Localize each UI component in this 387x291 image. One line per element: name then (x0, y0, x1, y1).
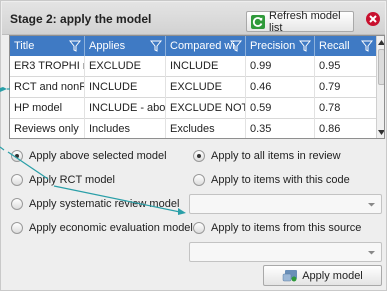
cell-recall: 0.79 (319, 81, 341, 93)
radio-dot[interactable] (193, 174, 205, 186)
apply-model-panel: Stage 2: apply the model Refresh model l… (0, 0, 387, 291)
column-header-recall[interactable]: Recall (315, 36, 376, 56)
filter-icon[interactable] (230, 40, 242, 52)
radio-apply-systematic-review-model[interactable]: Apply systematic review model (11, 198, 179, 210)
cell-precision: 0.35 (246, 119, 315, 138)
cell-recall: 0.95 (319, 60, 341, 72)
cell-precision: 0.46 (246, 77, 315, 98)
source-select-dropdown[interactable] (189, 242, 382, 262)
table-row[interactable]: RCT and nonRC INCLUDE EXCLUDE 0.46 0.79 (10, 77, 376, 98)
chevron-down-icon (368, 203, 375, 207)
column-header-applies[interactable]: Applies (85, 36, 166, 56)
table-row[interactable]: HP model INCLUDE - about EXCLUDE NOT H 0… (10, 98, 376, 119)
code-select-dropdown[interactable] (189, 194, 382, 214)
radio-dot[interactable] (193, 222, 205, 234)
radio-apply-rct-model[interactable]: Apply RCT model (11, 174, 115, 186)
radio-apply-items-from-source[interactable]: Apply to items from this source (193, 222, 361, 234)
radio-dot[interactable] (11, 198, 23, 210)
radio-dot[interactable] (11, 174, 23, 186)
radio-apply-items-with-code[interactable]: Apply to items with this code (193, 174, 350, 186)
cell-precision: 0.99 (246, 56, 315, 77)
close-icon[interactable] (363, 9, 383, 29)
filter-icon[interactable] (69, 40, 81, 52)
scroll-thumb[interactable] (378, 49, 384, 85)
cell-title: RCT and nonRC (10, 77, 85, 98)
cell-title: ER3 TROPHI mo (10, 56, 85, 77)
refresh-label: Refresh model list (269, 9, 341, 34)
column-header-compared[interactable]: Compared wi (166, 36, 246, 56)
cell-title: HP model (10, 98, 85, 119)
cell-applies: INCLUDE (85, 77, 166, 98)
cell-applies: INCLUDE - about (85, 98, 166, 119)
models-grid[interactable]: Title Applies Compared wi Precision Reca… (9, 35, 385, 139)
radio-dot[interactable] (11, 150, 23, 162)
apply-model-icon (282, 270, 298, 282)
cell-title: Reviews only (10, 119, 85, 138)
scroll-up-icon[interactable] (377, 36, 384, 48)
cell-recall: 0.86 (319, 123, 341, 135)
cell-compared: INCLUDE (166, 56, 246, 77)
cell-compared: EXCLUDE (166, 77, 246, 98)
radio-apply-economic-evaluation-model[interactable]: Apply economic evaluation model (11, 222, 193, 234)
scroll-down-icon[interactable] (377, 126, 384, 138)
radio-dot[interactable] (193, 150, 205, 162)
apply-model-button[interactable]: Apply model (263, 265, 382, 286)
radio-apply-selected-model[interactable]: Apply above selected model (11, 150, 167, 162)
panel-header: Stage 2: apply the model Refresh model l… (2, 2, 385, 35)
filter-icon[interactable] (150, 40, 162, 52)
table-row[interactable]: ER3 TROPHI mo EXCLUDE INCLUDE 0.99 0.95 (10, 56, 376, 77)
radio-apply-all-items[interactable]: Apply to all items in review (193, 150, 341, 162)
chevron-down-icon (368, 251, 375, 255)
refresh-icon (251, 14, 265, 29)
cell-precision: 0.59 (246, 98, 315, 119)
cell-compared: EXCLUDE NOT H (166, 98, 246, 119)
column-header-title[interactable]: Title (10, 36, 85, 56)
cell-applies: EXCLUDE (85, 56, 166, 77)
grid-header: Title Applies Compared wi Precision Reca… (10, 36, 376, 56)
table-row[interactable]: Reviews only Includes Excludes 0.35 0.86 (10, 119, 376, 138)
cell-recall: 0.78 (319, 102, 341, 114)
cell-compared: Excludes (166, 119, 246, 138)
panel-title: Stage 2: apply the model (10, 12, 152, 26)
filter-icon[interactable] (361, 40, 373, 52)
filter-icon[interactable] (299, 40, 311, 52)
column-header-precision[interactable]: Precision (246, 36, 315, 56)
refresh-model-list-button[interactable]: Refresh model list (246, 9, 354, 34)
grid-scrollbar[interactable] (376, 36, 384, 138)
radio-dot[interactable] (11, 222, 23, 234)
cell-applies: Includes (85, 119, 166, 138)
